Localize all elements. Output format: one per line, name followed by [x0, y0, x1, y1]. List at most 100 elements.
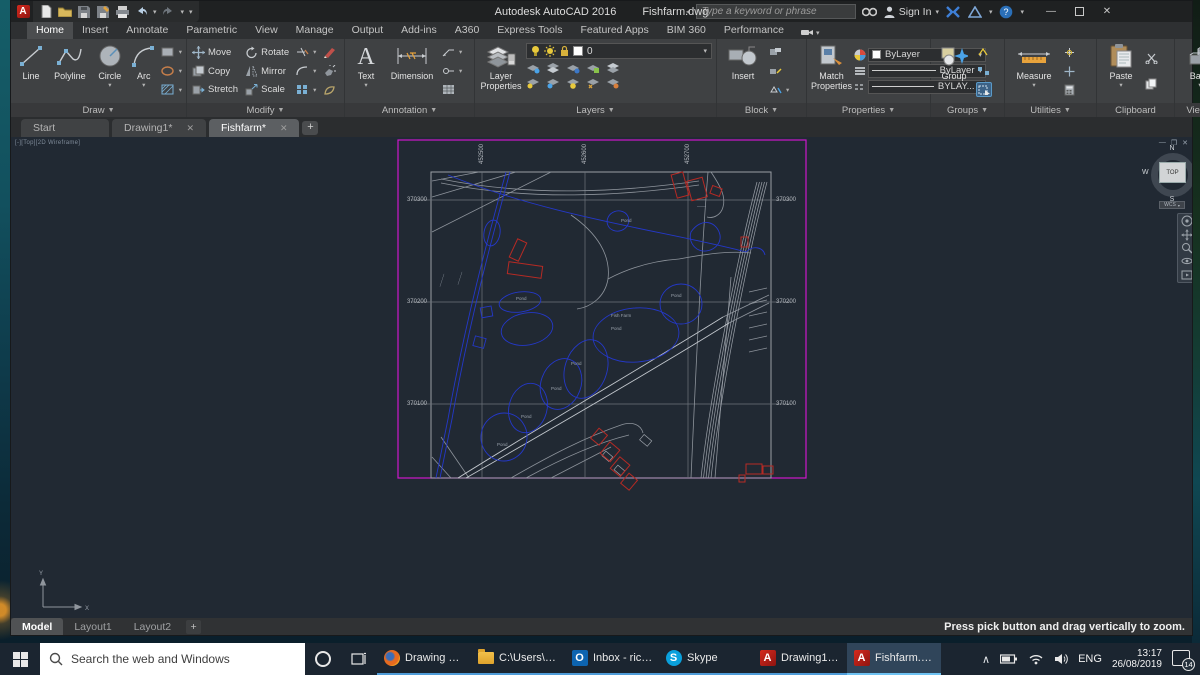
taskbar-button-drawing1[interactable]: A Drawing1.dwg: [753, 643, 847, 675]
layer-properties-button[interactable]: Layer Properties: [479, 41, 523, 101]
layer-tool-icon[interactable]: [566, 61, 580, 74]
base-button[interactable]: Base ▾: [1179, 41, 1200, 101]
edit-block-button[interactable]: [768, 64, 789, 79]
cortana-button[interactable]: [305, 643, 341, 675]
drawing-canvas[interactable]: Pond Pond Pond Pond Pond Pond Pond Pond …: [11, 137, 1192, 618]
ribbon-tab-home[interactable]: Home: [27, 22, 74, 39]
taskbar-button-skype[interactable]: S Skype: [659, 643, 753, 675]
circle-dropdown-icon[interactable]: ▾: [108, 82, 111, 89]
layer-tool-icon[interactable]: [526, 61, 540, 74]
start-button[interactable]: [0, 643, 40, 675]
new-drawing-tab-button[interactable]: +: [302, 121, 319, 135]
layer-tool-icon[interactable]: [526, 76, 540, 89]
taskbar-button-firefox[interactable]: Drawing not ...: [377, 643, 471, 675]
ribbon-tab-bim360[interactable]: BIM 360: [658, 22, 715, 39]
layer-tool-icon[interactable]: [586, 61, 600, 74]
create-block-button[interactable]: [768, 45, 789, 60]
arc-dropdown-icon[interactable]: ▾: [142, 82, 145, 89]
id-point-button[interactable]: [1062, 45, 1076, 60]
table-button[interactable]: [441, 82, 462, 97]
text-dropdown-icon[interactable]: ▾: [364, 82, 367, 89]
zoom-icon[interactable]: [1181, 242, 1192, 254]
explode-button[interactable]: [322, 64, 336, 79]
qat-customize-icon[interactable]: ▾: [189, 8, 193, 16]
group-selection-toggle[interactable]: [976, 82, 992, 98]
panel-modify-label[interactable]: Modify ▼: [187, 103, 344, 117]
insert-button[interactable]: Insert: [721, 41, 765, 101]
viewport-controls-label[interactable]: [-][Top][2D Wireframe]: [15, 140, 80, 146]
copy-clip-button[interactable]: [1144, 76, 1158, 91]
taskbar-button-explorer[interactable]: C:\Users\richa...: [471, 643, 565, 675]
taskbar-button-fishfarm[interactable]: A Fishfarm.dwg: [847, 643, 941, 675]
panel-groups-label[interactable]: Groups ▼: [931, 103, 1004, 117]
dimension-button[interactable]: Dimension: [386, 41, 438, 101]
panel-draw-label[interactable]: Draw ▼: [11, 103, 186, 117]
layer-tool-icon[interactable]: [546, 61, 560, 74]
battery-icon[interactable]: [1000, 654, 1018, 664]
paste-button[interactable]: Paste ▾: [1101, 41, 1141, 101]
fillet-edge-button[interactable]: [322, 82, 336, 97]
ribbon-tab-manage[interactable]: Manage: [287, 22, 343, 39]
viewcube-wcs-menu[interactable]: WCS ▾: [1159, 201, 1185, 209]
redo-dropdown-icon[interactable]: ▾: [181, 8, 185, 16]
file-tab-start[interactable]: Start: [21, 119, 109, 137]
undo-dropdown-icon[interactable]: ▾: [153, 8, 157, 16]
fillet-button[interactable]: ▾: [295, 64, 316, 79]
drawing-minimize-icon[interactable]: —: [1159, 139, 1166, 147]
arc-button[interactable]: Arc ▾: [130, 41, 158, 101]
group-edit-button[interactable]: [976, 64, 992, 79]
speaker-icon[interactable]: [1054, 653, 1068, 665]
ribbon-tab-parametric[interactable]: Parametric: [177, 22, 246, 39]
layer-tool-icon[interactable]: [606, 61, 620, 74]
help-icon[interactable]: ?: [998, 4, 1014, 20]
taskbar-button-outlook[interactable]: O Inbox - richar...: [565, 643, 659, 675]
ribbon-tab-insert[interactable]: Insert: [73, 22, 117, 39]
plot-icon[interactable]: [115, 5, 129, 19]
ribbon-tab-addins[interactable]: Add-ins: [392, 22, 446, 39]
copy-button[interactable]: Copy: [191, 64, 238, 79]
paste-dropdown-icon[interactable]: ▾: [1119, 82, 1122, 89]
undo-icon[interactable]: [134, 5, 148, 19]
help-dropdown-icon[interactable]: ▾: [1020, 8, 1024, 16]
array-button[interactable]: ▾: [295, 82, 316, 97]
viewcube-west[interactable]: W: [1142, 169, 1149, 176]
ribbon-tab-express-tools[interactable]: Express Tools: [488, 22, 571, 39]
quick-calc-button[interactable]: [1062, 82, 1076, 97]
ribbon-tab-performance[interactable]: Performance: [715, 22, 793, 39]
panel-properties-label[interactable]: Properties ▼: [807, 103, 930, 117]
panel-utilities-label[interactable]: Utilities ▼: [1005, 103, 1096, 117]
measure-button[interactable]: Measure ▾: [1009, 41, 1059, 101]
text-button[interactable]: A Text ▾: [349, 41, 383, 101]
layer-tool-icon[interactable]: [566, 76, 580, 89]
action-center-button[interactable]: 14: [1172, 650, 1195, 671]
a360-icon[interactable]: [967, 4, 983, 20]
multileader-button[interactable]: ▾: [441, 64, 462, 79]
block-attributes-button[interactable]: ▾: [768, 82, 789, 97]
layer-tool-icon[interactable]: [606, 76, 620, 89]
search-binoculars-icon[interactable]: [862, 4, 878, 20]
wifi-icon[interactable]: [1028, 653, 1044, 665]
pan-icon[interactable]: [1181, 229, 1192, 241]
ribbon-tab-view[interactable]: View: [246, 22, 287, 39]
ribbon-tab-output[interactable]: Output: [343, 22, 393, 39]
redo-icon[interactable]: [162, 5, 176, 19]
open-file-icon[interactable]: [58, 5, 72, 19]
file-tab-drawing1[interactable]: Drawing1* ✕: [112, 119, 206, 137]
panel-layers-label[interactable]: Layers ▼: [475, 103, 716, 117]
application-menu-button[interactable]: A: [13, 2, 33, 21]
scale-button[interactable]: Scale: [244, 82, 289, 97]
viewcube-north[interactable]: N: [1169, 145, 1174, 152]
ribbon-tab-featured-apps[interactable]: Featured Apps: [571, 22, 657, 39]
ungroup-button[interactable]: [976, 45, 992, 60]
ribbon-display-toggle[interactable]: ▾: [800, 28, 820, 39]
maximize-button[interactable]: [1066, 3, 1092, 21]
new-file-icon[interactable]: [39, 5, 53, 19]
erase-button[interactable]: [322, 45, 336, 60]
new-layout-button[interactable]: +: [186, 620, 202, 634]
save-as-icon[interactable]: [96, 5, 110, 19]
stretch-button[interactable]: Stretch: [191, 82, 238, 97]
drawing1-close-icon[interactable]: ✕: [186, 123, 194, 134]
file-tab-fishfarm[interactable]: Fishfarm* ✕: [209, 119, 300, 137]
orbit-icon[interactable]: [1181, 255, 1192, 267]
layer-tool-icon[interactable]: [586, 76, 600, 89]
